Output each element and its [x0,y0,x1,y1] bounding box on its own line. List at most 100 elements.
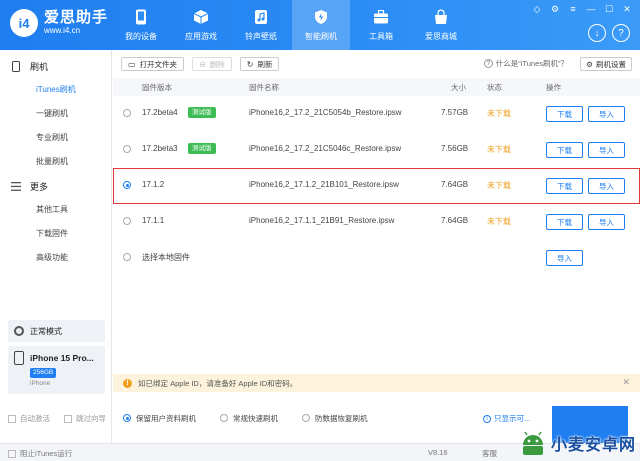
device-card[interactable]: iPhone 15 Pro... 256GB iPhone [8,346,105,394]
delete-button[interactable]: ⊖ 删除 [192,57,232,71]
close-icon[interactable]: ✕ [622,4,632,14]
flash-icon [313,9,329,25]
firmware-name: iPhone16,2_17.2_21C5046c_Restore.ipsw [249,144,402,153]
button-label: 刷新 [257,59,273,69]
table-row[interactable]: 17.2beta3 测试版 iPhone16,2_17.2_21C5046c_R… [113,132,640,168]
download-button[interactable]: 下载 [546,142,583,158]
android-logo-icon [522,431,543,455]
option-keep-data[interactable]: 保留用户资料刷机 [123,413,196,424]
beta-badge: 测试版 [188,107,216,118]
row-radio[interactable] [123,109,131,117]
option-radio[interactable] [220,414,228,422]
checkbox-label: 自动激活 [20,414,50,423]
firmware-status: 未下载 [487,217,511,226]
device-mode: 正常模式 [8,320,105,342]
row-radio[interactable] [123,145,131,153]
nav-shop[interactable]: 爱思商城 [412,0,470,50]
app-header: i4 爱思助手 www.i4.cn 我的设备 应用游戏 铃声壁纸 智能刷机 工具… [0,0,640,50]
cube-icon [193,9,209,25]
table-row[interactable]: 17.2beta4 测试版 iPhone16,2_17.2_21C5054b_R… [113,96,640,132]
settings-icon[interactable]: ⚙ [550,4,560,14]
menu-icon[interactable]: ≡ [568,4,578,14]
skip-wizard-checkbox[interactable]: 跳过向导 [64,413,106,424]
row-radio[interactable] [123,253,131,261]
import-button[interactable]: 导入 [588,142,625,158]
phone-outline-icon [10,60,22,72]
row-radio[interactable] [123,181,131,189]
option-label: 常规快速刷机 [233,413,278,423]
show-only-link[interactable]: i 只显示可... [483,413,530,424]
skin-icon[interactable]: ◇ [532,4,542,14]
local-firmware-row[interactable]: 选择本地固件 导入 [113,240,640,276]
sidebar-item-download-firmware[interactable]: 下载固件 [0,222,111,246]
option-radio[interactable] [302,414,310,422]
block-itunes-checkbox[interactable]: 阻止iTunes运行 [8,448,72,459]
column-version: 固件版本 [142,83,172,92]
beta-badge: 测试版 [188,143,216,154]
toolbar: ▭ 打开文件夹 ⊖ 删除 ↻ 刷新 ? 什么是“iTunes刷机”？ ⚙ 刷机设置 [113,50,640,78]
refresh-button[interactable]: ↻ 刷新 [239,57,280,71]
shop-icon [433,8,449,25]
sidebar-item-itunes-flash[interactable]: iTunes刷机 [0,78,111,102]
table-row-selected[interactable]: 17.1.2 iPhone16,2_17.1.2_21B101_Restore.… [113,168,640,204]
option-quick-flash[interactable]: 常规快速刷机 [220,413,278,424]
sidebar-item-advanced[interactable]: 高级功能 [0,246,111,270]
download-button[interactable]: 下载 [546,178,583,194]
open-folder-button[interactable]: ▭ 打开文件夹 [121,57,185,71]
nav-ringtones[interactable]: 铃声壁纸 [232,0,290,50]
firmware-size: 7.57GB [441,108,469,117]
download-manager-icon[interactable]: ↓ [588,24,606,42]
column-status: 状态 [487,83,502,92]
flash-settings-button[interactable]: ⚙ 刷机设置 [580,57,632,71]
customer-service-link[interactable]: 客服 [482,448,497,459]
help-link[interactable]: ? 什么是“iTunes刷机”？ [483,58,568,69]
nav-flash[interactable]: 智能刷机 [292,0,350,50]
device-name: iPhone 15 Pro... [30,353,94,363]
sidebar-item-pro-flash[interactable]: 专业刷机 [0,126,111,150]
watermark: 小麦安卓网 [519,429,636,457]
nav-label: 爱思商城 [425,31,457,41]
nav-label: 工具箱 [369,31,393,41]
download-button[interactable]: 下载 [546,106,583,122]
nav-apps[interactable]: 应用游戏 [172,0,230,50]
close-icon[interactable]: ✕ [622,377,630,388]
sidebar-item-other-tools[interactable]: 其他工具 [0,198,111,222]
sidebar-item-batch-flash[interactable]: 批量刷机 [0,150,111,174]
link-label: 只显示可... [494,414,531,423]
app-url: www.i4.cn [44,26,81,35]
import-button[interactable]: 导入 [588,106,625,122]
option-anti-recovery[interactable]: 防数据恢复刷机 [302,413,368,424]
nav-toolbox[interactable]: 工具箱 [352,0,410,50]
minimize-icon[interactable]: — [586,4,596,14]
toolbox-icon [373,9,389,25]
sidebar: 刷机 iTunes刷机 一键刷机 专业刷机 批量刷机 更多 其他工具 下载固件 … [0,50,112,443]
local-firmware-label: 选择本地固件 [142,253,190,262]
local-import-button[interactable]: 导入 [546,250,583,266]
firmware-size: 7.64GB [441,216,469,225]
question-icon: ? [483,59,493,68]
firmware-status: 未下载 [487,109,511,118]
auto-activate-checkbox[interactable]: 自动激活 [8,413,50,424]
mode-icon [14,326,24,336]
notice-text: 如已绑定 Apple ID，请准备好 Apple ID和密码。 [138,378,298,388]
help-icon[interactable]: ? [612,24,630,42]
main-panel: ▭ 打开文件夹 ⊖ 删除 ↻ 刷新 ? 什么是“iTunes刷机”？ ⚙ 刷机设置 固件版… [113,50,640,443]
column-action: 操作 [546,83,561,92]
sidebar-item-one-click-flash[interactable]: 一键刷机 [0,102,111,126]
row-radio[interactable] [123,217,131,225]
import-button[interactable]: 导入 [588,214,625,230]
app-logo: i4 爱思助手 www.i4.cn [10,9,108,37]
import-button[interactable]: 导入 [588,178,625,194]
device-type: iPhone [30,380,51,387]
device-capacity: 256GB [30,368,57,378]
option-radio[interactable] [123,414,131,422]
folder-icon: ▭ [128,59,136,69]
maximize-icon[interactable]: ☐ [604,4,614,14]
watermark-text: 小麦安卓网 [550,437,636,454]
button-label: 刷机设置 [596,59,626,69]
nav-my-device[interactable]: 我的设备 [112,0,170,50]
download-button[interactable]: 下载 [546,214,583,230]
firmware-name: iPhone16,2_17.1.1_21B91_Restore.ipsw [249,216,395,225]
nav-label: 我的设备 [125,31,157,41]
table-row[interactable]: 17.1.1 iPhone16,2_17.1.1_21B91_Restore.i… [113,204,640,240]
